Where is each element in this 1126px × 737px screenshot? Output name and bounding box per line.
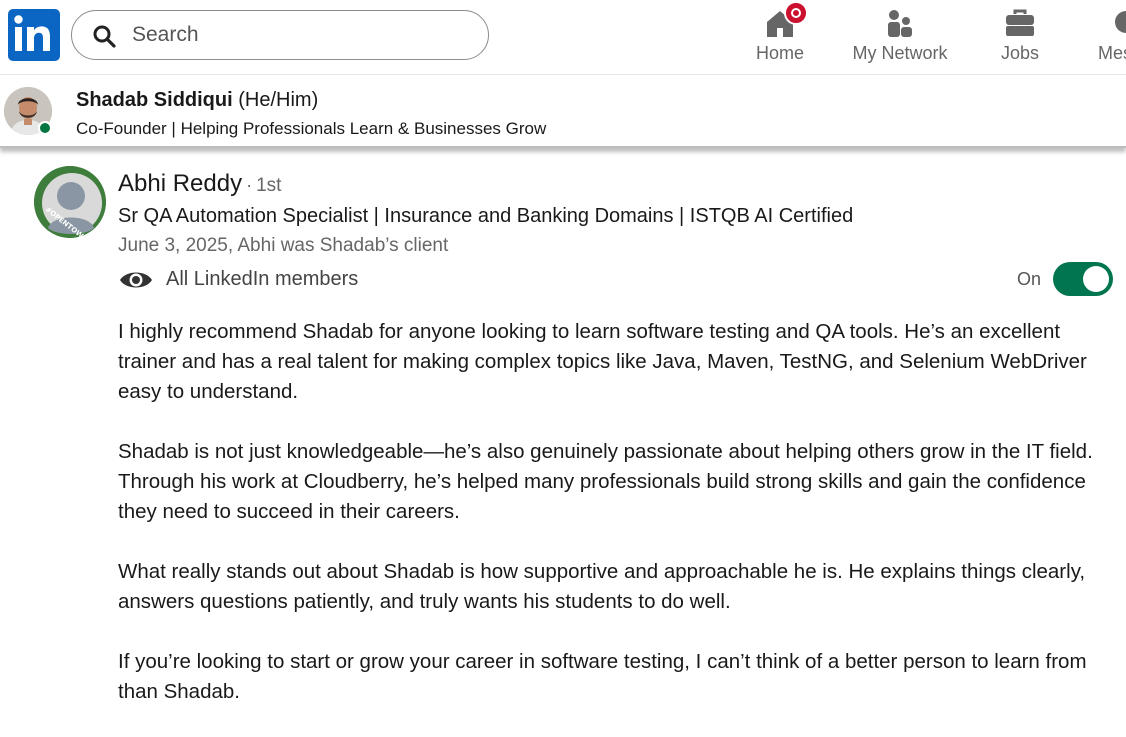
connection-degree: 1st bbox=[256, 175, 282, 196]
recommendation-text: I highly recommend Shadab for anyone loo… bbox=[118, 317, 1118, 737]
recommendation-paragraph: Shadab is not just knowledgeable—he’s al… bbox=[118, 440, 1093, 523]
profile-name-line: Shadab Siddiqui (He/Him) bbox=[76, 89, 318, 112]
top-navigation-bar: Home My Network Jobs Mes bbox=[0, 0, 1126, 75]
visibility-toggle[interactable] bbox=[1053, 262, 1113, 296]
nav-jobs[interactable]: Jobs bbox=[990, 0, 1050, 74]
my-network-icon bbox=[888, 10, 912, 37]
visibility-label: All LinkedIn members bbox=[166, 268, 359, 290]
visibility-toggle-label: On bbox=[1017, 269, 1042, 289]
search-icon bbox=[93, 25, 116, 48]
nav-messaging[interactable]: Mes bbox=[1096, 0, 1126, 74]
degree-separator: · bbox=[246, 175, 253, 195]
recommender-headline: Sr QA Automation Specialist | Insurance … bbox=[118, 205, 854, 227]
notification-badge bbox=[784, 1, 808, 25]
recommendation-paragraph: I highly recommend Shadab for anyone loo… bbox=[118, 320, 1087, 403]
eye-icon bbox=[120, 272, 152, 288]
nav-home-label: Home bbox=[755, 43, 804, 63]
recommender-avatar[interactable]: #OPENTOWORK bbox=[34, 166, 106, 238]
profile-pronouns: (He/Him) bbox=[238, 89, 319, 111]
recommendation-date-relationship: June 3, 2025, Abhi was Shadab’s client bbox=[118, 235, 449, 256]
nav-home[interactable]: Home bbox=[742, 0, 818, 74]
recommender-name-line: Abhi Reddy · 1st bbox=[118, 170, 281, 198]
linkedin-logo-icon[interactable] bbox=[8, 9, 60, 61]
jobs-icon bbox=[1006, 9, 1034, 36]
recommendation-paragraph: What really stands out about Shadab is h… bbox=[118, 560, 1086, 613]
search-box[interactable] bbox=[71, 10, 489, 60]
nav-my-network[interactable]: My Network bbox=[846, 0, 954, 74]
profile-header-bar: Shadab Siddiqui (He/Him) Co-Founder | He… bbox=[0, 75, 1126, 148]
search-input[interactable] bbox=[132, 21, 462, 49]
online-status-indicator bbox=[38, 121, 52, 135]
nav-jobs-label: Jobs bbox=[1000, 43, 1040, 63]
messaging-icon bbox=[1115, 11, 1126, 33]
profile-headline: Co-Founder | Helping Professionals Learn… bbox=[76, 119, 547, 138]
nav-my-network-label: My Network bbox=[852, 43, 948, 63]
recommender-name[interactable]: Abhi Reddy bbox=[118, 170, 242, 197]
recommendation-paragraph: If you’re looking to start or grow your … bbox=[118, 650, 1087, 703]
profile-name: Shadab Siddiqui bbox=[76, 89, 233, 111]
nav-messaging-label: Mes bbox=[1098, 43, 1126, 63]
toggle-knob bbox=[1083, 266, 1109, 292]
